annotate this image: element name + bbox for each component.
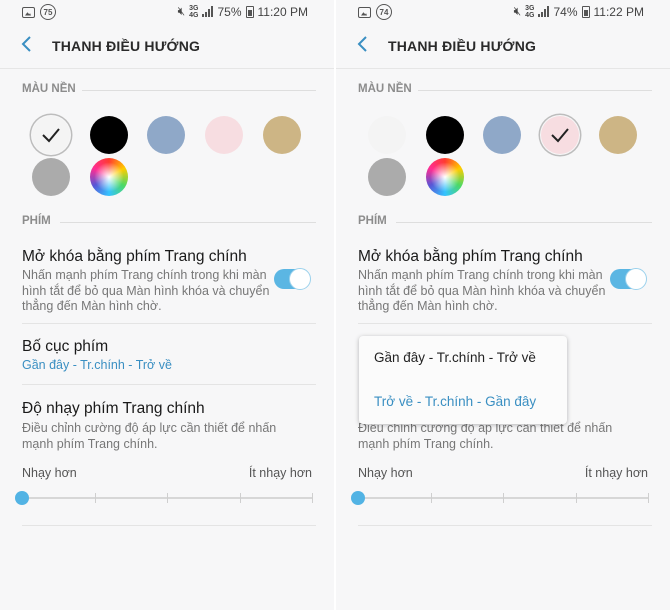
slider-thumb[interactable] [15,491,29,505]
section-label-background: MÀU NỀN [358,83,412,95]
section-rule [60,222,316,223]
battery-icon [581,5,590,18]
item-divider [358,525,652,526]
swatch-blue[interactable] [483,116,521,154]
section-label-background: MÀU NỀN [22,83,76,95]
network-type: 3G 4G [189,4,199,19]
swatch-gold[interactable] [263,116,301,154]
swatch-gold[interactable] [599,116,637,154]
battery-icon [245,5,254,18]
back-icon[interactable] [18,34,38,54]
status-bar: 75 🔇︎ 3G 4G 75% 11:20 PM [0,0,334,24]
mute-icon: 🔇︎ [177,4,186,18]
swatch-blue[interactable] [147,116,185,154]
back-icon[interactable] [354,34,374,54]
item-divider [22,323,316,324]
slider-min-label: Nhạy hơn [22,466,77,480]
header-divider [0,68,334,69]
sensitivity-slider[interactable] [15,491,313,505]
mute-icon: 🔇︎ [513,4,522,18]
signal-bars-icon [538,6,550,17]
swatch-black[interactable] [426,116,464,154]
unlock-item-subtitle: Nhấn mạnh phím Trang chính trong khi màn… [358,268,606,313]
layout-item-title[interactable]: Bố cục phím [22,338,108,356]
notification-badge: 74 [376,4,392,20]
swatch-custom-color[interactable] [426,158,464,196]
slider-max-label: Ít nhạy hơn [248,466,312,480]
section-label-keys: PHÍM [22,215,51,227]
clock: 11:22 PM [593,4,644,19]
comparison-view: 75 🔇︎ 3G 4G 75% 11:20 PM THANH ĐIỀU HƯỚNG… [0,0,670,610]
sensitivity-item-subtitle: Điều chỉnh cường độ áp lực cần thiết để … [22,421,277,451]
swatch-white[interactable] [368,116,406,154]
section-rule [82,90,316,91]
unlock-item-title[interactable]: Mở khóa bằng phím Trang chính [358,248,583,266]
section-rule [418,90,652,91]
checkmark-icon [551,128,569,143]
layout-options-popup: Gần đây - Tr.chính - Trở về Trở về - Tr.… [359,336,567,424]
sensitivity-item-title: Độ nhạy phím Trang chính [22,400,205,417]
gallery-icon [358,6,371,18]
section-rule [396,222,652,223]
swatch-black[interactable] [90,116,128,154]
swatch-custom-color[interactable] [90,158,128,196]
slider-thumb[interactable] [351,491,365,505]
phone-screen-left: 75 🔇︎ 3G 4G 75% 11:20 PM THANH ĐIỀU HƯỚNG… [0,0,334,610]
page-title: THANH ĐIỀU HƯỚNG [388,38,537,54]
unlock-toggle[interactable] [274,268,311,290]
checkmark-icon [42,128,60,143]
swatch-pink[interactable] [541,116,579,154]
swatch-white[interactable] [32,116,70,154]
notification-badge: 75 [40,4,56,20]
section-label-keys: PHÍM [358,215,387,227]
item-divider [22,525,316,526]
signal-bars-icon [202,6,214,17]
layout-item-value: Gần đây - Tr.chính - Trở về [22,358,172,372]
app-bar: THANH ĐIỀU HƯỚNG [336,26,670,66]
battery-percent: 75% [217,4,242,19]
toggle-knob [625,268,647,290]
clock: 11:20 PM [257,4,308,19]
unlock-toggle[interactable] [610,268,647,290]
sensitivity-item-subtitle: Điều chỉnh cường độ áp lực cần thiết để … [358,421,613,451]
status-bar: 74 🔇︎ 3G 4G 74% 11:22 PM [336,0,670,24]
app-bar: THANH ĐIỀU HƯỚNG [0,26,334,66]
layout-option-back-first[interactable]: Trở về - Tr.chính - Gần đây [374,394,536,409]
gallery-icon [22,6,35,18]
layout-option-recent-first[interactable]: Gần đây - Tr.chính - Trở về [374,350,536,365]
page-title: THANH ĐIỀU HƯỚNG [52,38,201,54]
item-divider [22,384,316,385]
unlock-item-subtitle: Nhấn mạnh phím Trang chính trong khi màn… [22,268,270,313]
header-divider [336,68,670,69]
swatch-gray[interactable] [368,158,406,196]
slider-max-label: Ít nhạy hơn [584,466,648,480]
unlock-item-title[interactable]: Mở khóa bằng phím Trang chính [22,248,247,266]
sensitivity-slider[interactable] [351,491,649,505]
slider-min-label: Nhạy hơn [358,466,413,480]
network-type: 3G 4G [525,4,535,19]
swatch-pink[interactable] [205,116,243,154]
phone-screen-right: 74 🔇︎ 3G 4G 74% 11:22 PM THANH ĐIỀU HƯỚNG… [336,0,670,610]
item-divider [358,323,652,324]
swatch-gray[interactable] [32,158,70,196]
battery-percent: 74% [553,4,578,19]
toggle-knob [289,268,311,290]
